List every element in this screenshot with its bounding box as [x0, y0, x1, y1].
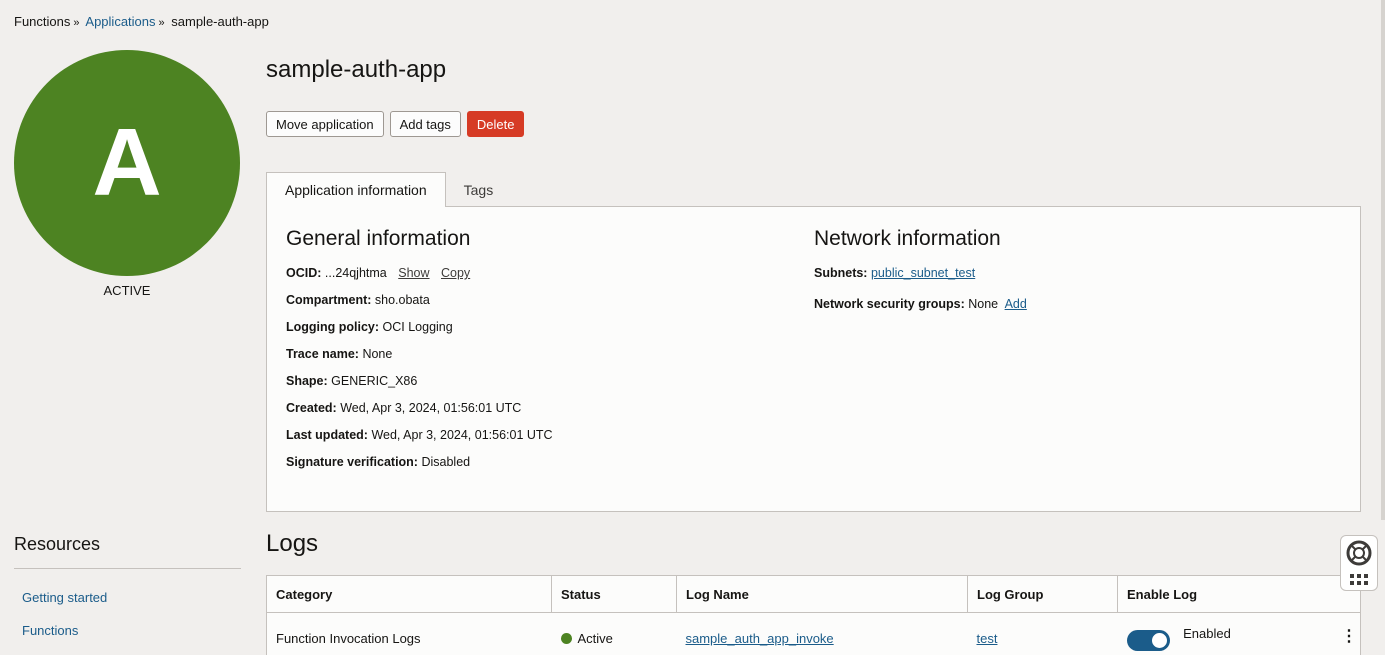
created-label: Created:: [286, 401, 337, 415]
compartment-value: sho.obata: [374, 293, 430, 307]
apps-grid-icon[interactable]: [1349, 574, 1369, 586]
avatar-letter: A: [92, 109, 162, 216]
nsg-label: Network security groups:: [814, 297, 965, 311]
subnets-label: Subnets:: [814, 266, 868, 280]
breadcrumb-current: sample-auth-app: [171, 14, 269, 29]
app-avatar: A: [14, 50, 240, 276]
trace-name-label: Trace name:: [286, 347, 359, 361]
network-information-title: Network information: [814, 227, 1001, 250]
app-status: ACTIVE: [103, 283, 151, 298]
general-information-title: General information: [286, 227, 471, 250]
resource-getting-started-link[interactable]: Getting started: [22, 590, 107, 605]
ocid-value: ...24qjhtma: [324, 266, 387, 280]
add-tags-button[interactable]: Add tags: [389, 111, 461, 137]
delete-button[interactable]: Delete: [466, 111, 525, 137]
tab-bar: Application information Tags: [266, 172, 511, 207]
move-application-button[interactable]: Move application: [266, 111, 384, 137]
log-name-cell: sample_auth_app_invoke: [677, 613, 968, 655]
column-header-category[interactable]: Category: [266, 575, 552, 613]
column-header-log-group[interactable]: Log Group: [967, 575, 1118, 613]
column-header-log-name[interactable]: Log Name: [676, 575, 968, 613]
ocid-row: OCID: ...24qjhtma Show Copy: [286, 265, 553, 292]
tab-application-information[interactable]: Application information: [266, 172, 446, 207]
column-header-status[interactable]: Status: [551, 575, 677, 613]
breadcrumb-applications-link[interactable]: Applications: [85, 14, 155, 29]
ocid-label: OCID:: [286, 266, 322, 280]
enable-log-cell: Enabled: [1118, 613, 1361, 655]
enable-log-label: Enabled: [1183, 625, 1231, 641]
signature-verification-row: Signature verification: Disabled: [286, 454, 553, 481]
enable-log-toggle[interactable]: [1126, 630, 1170, 652]
shape-label: Shape:: [286, 374, 328, 388]
resources-divider: [14, 568, 241, 569]
logging-policy-row: Logging policy: OCI Logging: [286, 319, 553, 346]
nsg-value: None: [968, 297, 999, 311]
subnet-link[interactable]: public_subnet_test: [871, 266, 975, 280]
log-status-text: Active: [577, 631, 613, 646]
log-status-cell: Active: [552, 613, 677, 655]
row-actions-kebab-icon[interactable]: ⋮: [1341, 626, 1357, 646]
tab-tags[interactable]: Tags: [446, 172, 512, 207]
general-information-section: General information OCID: ...24qjhtma Sh…: [286, 227, 553, 481]
subnets-row: Subnets: public_subnet_test: [814, 265, 1027, 296]
breadcrumb-separator-icon: »: [73, 17, 80, 29]
created-value: Wed, Apr 3, 2024, 01:56:01 UTC: [340, 401, 522, 415]
last-updated-label: Last updated:: [286, 428, 368, 442]
signature-verification-label: Signature verification:: [286, 455, 418, 469]
log-group-link[interactable]: test: [977, 631, 998, 646]
nsg-add-link[interactable]: Add: [1005, 297, 1027, 311]
logs-table: Category Status Log Name Log Group Enabl…: [266, 575, 1361, 655]
created-row: Created: Wed, Apr 3, 2024, 01:56:01 UTC: [286, 400, 553, 427]
logging-policy-label: Logging policy:: [286, 320, 380, 334]
last-updated-row: Last updated: Wed, Apr 3, 2024, 01:56:01…: [286, 427, 553, 454]
vertical-scrollbar[interactable]: [1381, 0, 1385, 520]
resource-functions-link[interactable]: Functions: [22, 623, 78, 638]
logs-header-row: Category Status Log Name Log Group Enabl…: [266, 575, 1361, 613]
trace-name-row: Trace name: None: [286, 346, 553, 373]
page-title: sample-auth-app: [266, 56, 447, 83]
log-category-cell: Function Invocation Logs: [276, 631, 421, 646]
logs-title: Logs: [266, 530, 319, 557]
breadcrumb: Functions» Applications» sample-auth-app: [14, 14, 269, 29]
table-row: Function Invocation Logs Active sample_a…: [267, 613, 1361, 655]
network-information-section: Network information Subnets: public_subn…: [814, 227, 1027, 323]
help-widget[interactable]: [1340, 535, 1378, 591]
shape-value: GENERIC_X86: [331, 374, 418, 388]
compartment-label: Compartment:: [286, 293, 372, 307]
shape-row: Shape: GENERIC_X86: [286, 373, 553, 400]
column-header-enable-log[interactable]: Enable Log: [1117, 575, 1361, 613]
trace-name-value: None: [362, 347, 393, 361]
status-active-icon: [560, 633, 572, 644]
nsg-row: Network security groups: None Add: [814, 296, 1027, 323]
ocid-show-link[interactable]: Show: [398, 266, 429, 280]
app-avatar-block: A ACTIVE: [14, 50, 240, 298]
breadcrumb-separator-icon: »: [158, 17, 165, 29]
log-name-link[interactable]: sample_auth_app_invoke: [686, 631, 834, 646]
logging-policy-value: OCI Logging: [382, 320, 453, 334]
log-group-cell: test: [968, 613, 1118, 655]
application-info-panel: General information OCID: ...24qjhtma Sh…: [266, 206, 1361, 512]
ocid-copy-link[interactable]: Copy: [441, 266, 470, 280]
signature-verification-value: Disabled: [421, 455, 471, 469]
life-ring-icon[interactable]: [1346, 540, 1372, 566]
action-bar: Move application Add tags Delete: [266, 111, 525, 137]
last-updated-value: Wed, Apr 3, 2024, 01:56:01 UTC: [371, 428, 553, 442]
resources-title: Resources: [14, 534, 101, 554]
breadcrumb-functions[interactable]: Functions: [14, 14, 70, 29]
compartment-row: Compartment: sho.obata: [286, 292, 553, 319]
